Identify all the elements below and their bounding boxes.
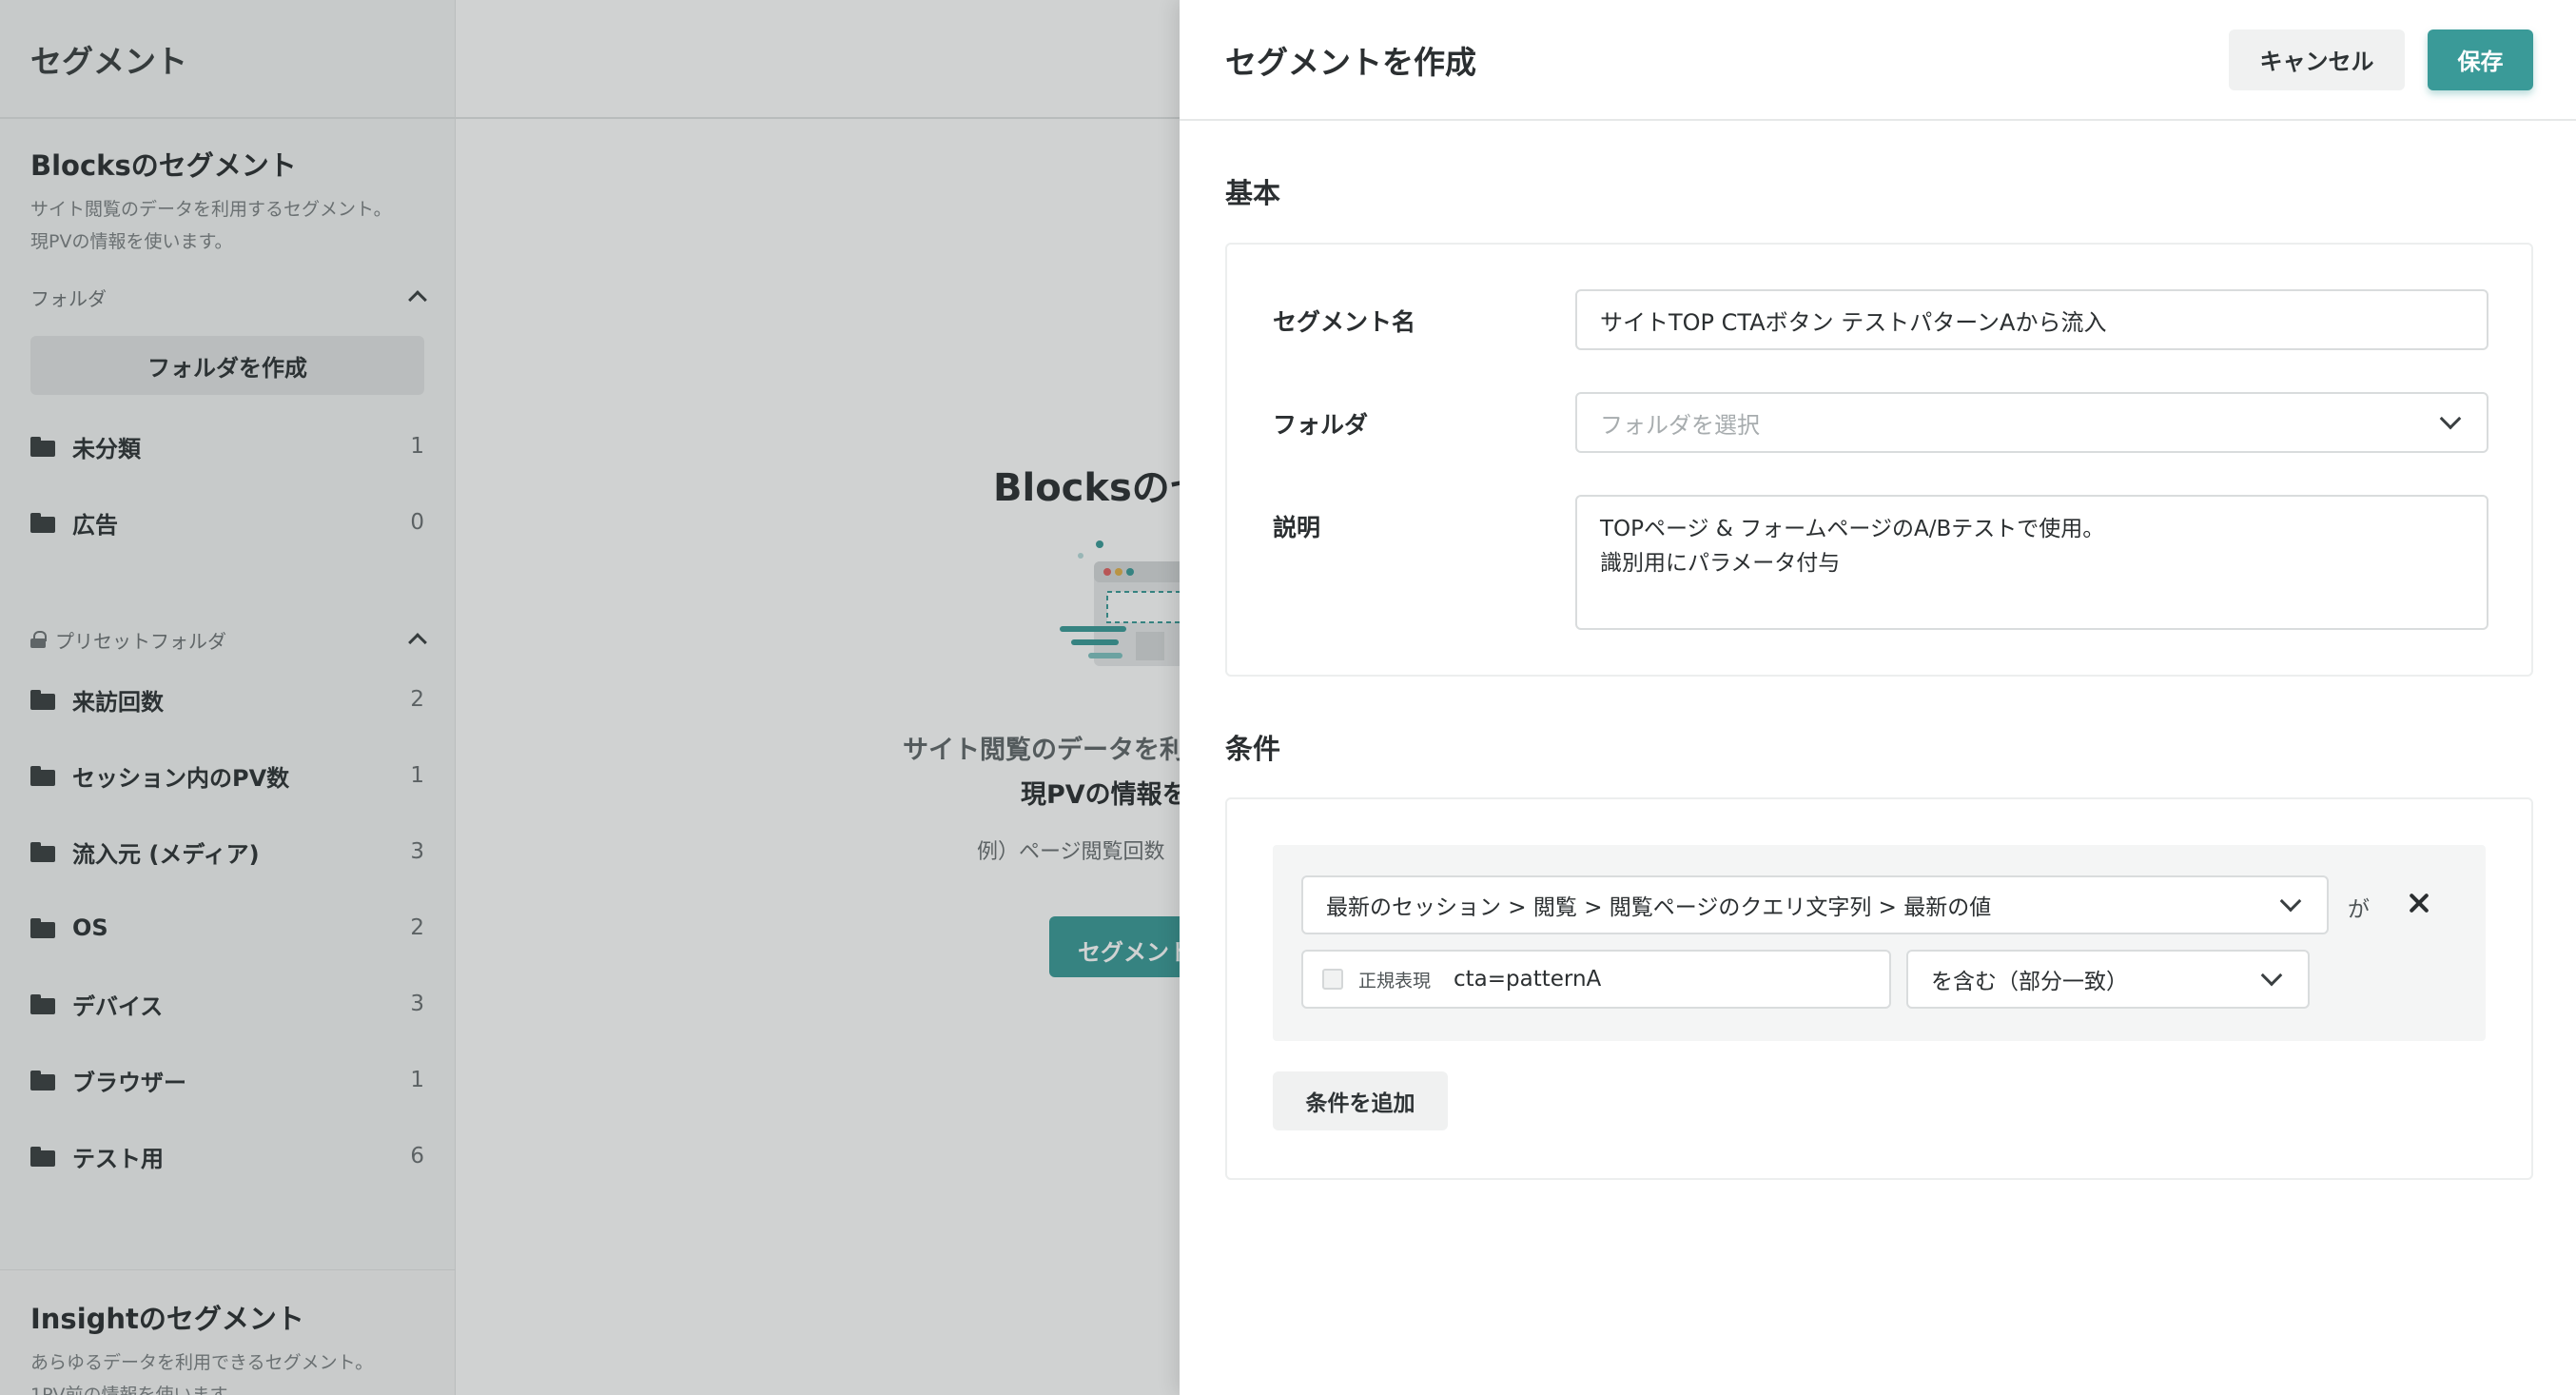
chevron-down-icon xyxy=(2260,964,2283,987)
description-textarea[interactable]: TOPページ & フォームページのA/Bテストで使用。 識別用にパラメータ付与 xyxy=(1575,495,2488,630)
drawer-header: セグメントを作成 キャンセル 保存 xyxy=(1180,0,2576,121)
add-condition-button[interactable]: 条件を追加 xyxy=(1273,1071,1448,1130)
condition-row: 最新のセッション > 閲覧 > 閲覧ページのクエリ文字列 > 最新の値 が 正規… xyxy=(1273,845,2486,1041)
condition-value-input[interactable]: 正規表現 cta=patternA xyxy=(1301,950,1891,1009)
description-label: 説明 xyxy=(1273,514,1321,541)
condition-operator: を含む（部分一致） xyxy=(1931,970,2128,994)
conditions-card: 最新のセッション > 閲覧 > 閲覧ページのクエリ文字列 > 最新の値 が 正規… xyxy=(1225,797,2533,1180)
folder-select-placeholder: フォルダを選択 xyxy=(1600,411,1760,439)
create-segment-drawer: セグメントを作成 キャンセル 保存 基本 セグメント名 サイトTOP CTAボタ… xyxy=(1180,0,2576,1395)
close-icon[interactable] xyxy=(2405,889,2433,917)
description-line2: 識別用にパラメータ付与 xyxy=(1600,551,1841,576)
segment-name-input[interactable]: サイトTOP CTAボタン テストパターンAから流入 xyxy=(1575,289,2488,350)
segment-name-label: セグメント名 xyxy=(1273,308,1416,336)
basic-settings-card: セグメント名 サイトTOP CTAボタン テストパターンAから流入 フォルダ フ… xyxy=(1225,243,2533,677)
condition-field-select[interactable]: 最新のセッション > 閲覧 > 閲覧ページのクエリ文字列 > 最新の値 xyxy=(1301,875,2329,934)
cancel-button[interactable]: キャンセル xyxy=(2229,29,2405,90)
folder-label: フォルダ xyxy=(1273,411,1369,439)
drawer-actions: キャンセル 保存 xyxy=(2229,29,2533,90)
condition-field-path: 最新のセッション > 閲覧 > 閲覧ページのクエリ文字列 > 最新の値 xyxy=(1326,895,1992,920)
save-button[interactable]: 保存 xyxy=(2428,29,2533,90)
conditions-section-title: 条件 xyxy=(1225,733,1281,765)
basic-section-title: 基本 xyxy=(1225,177,1281,209)
chevron-down-icon xyxy=(2439,407,2462,430)
chevron-down-icon xyxy=(2279,890,2302,913)
condition-operator-select[interactable]: を含む（部分一致） xyxy=(1906,950,2310,1009)
drawer-title: セグメントを作成 xyxy=(1225,43,1476,81)
description-line1: TOPページ & フォームページのA/Bテストで使用。 xyxy=(1600,517,2105,541)
regex-label: 正規表現 xyxy=(1358,970,1432,992)
regex-checkbox[interactable] xyxy=(1322,969,1343,990)
modal-overlay[interactable] xyxy=(0,0,1180,1395)
condition-value: cta=patternA xyxy=(1454,967,1602,992)
folder-select[interactable]: フォルダを選択 xyxy=(1575,392,2488,453)
condition-connector: が xyxy=(2348,897,2370,922)
